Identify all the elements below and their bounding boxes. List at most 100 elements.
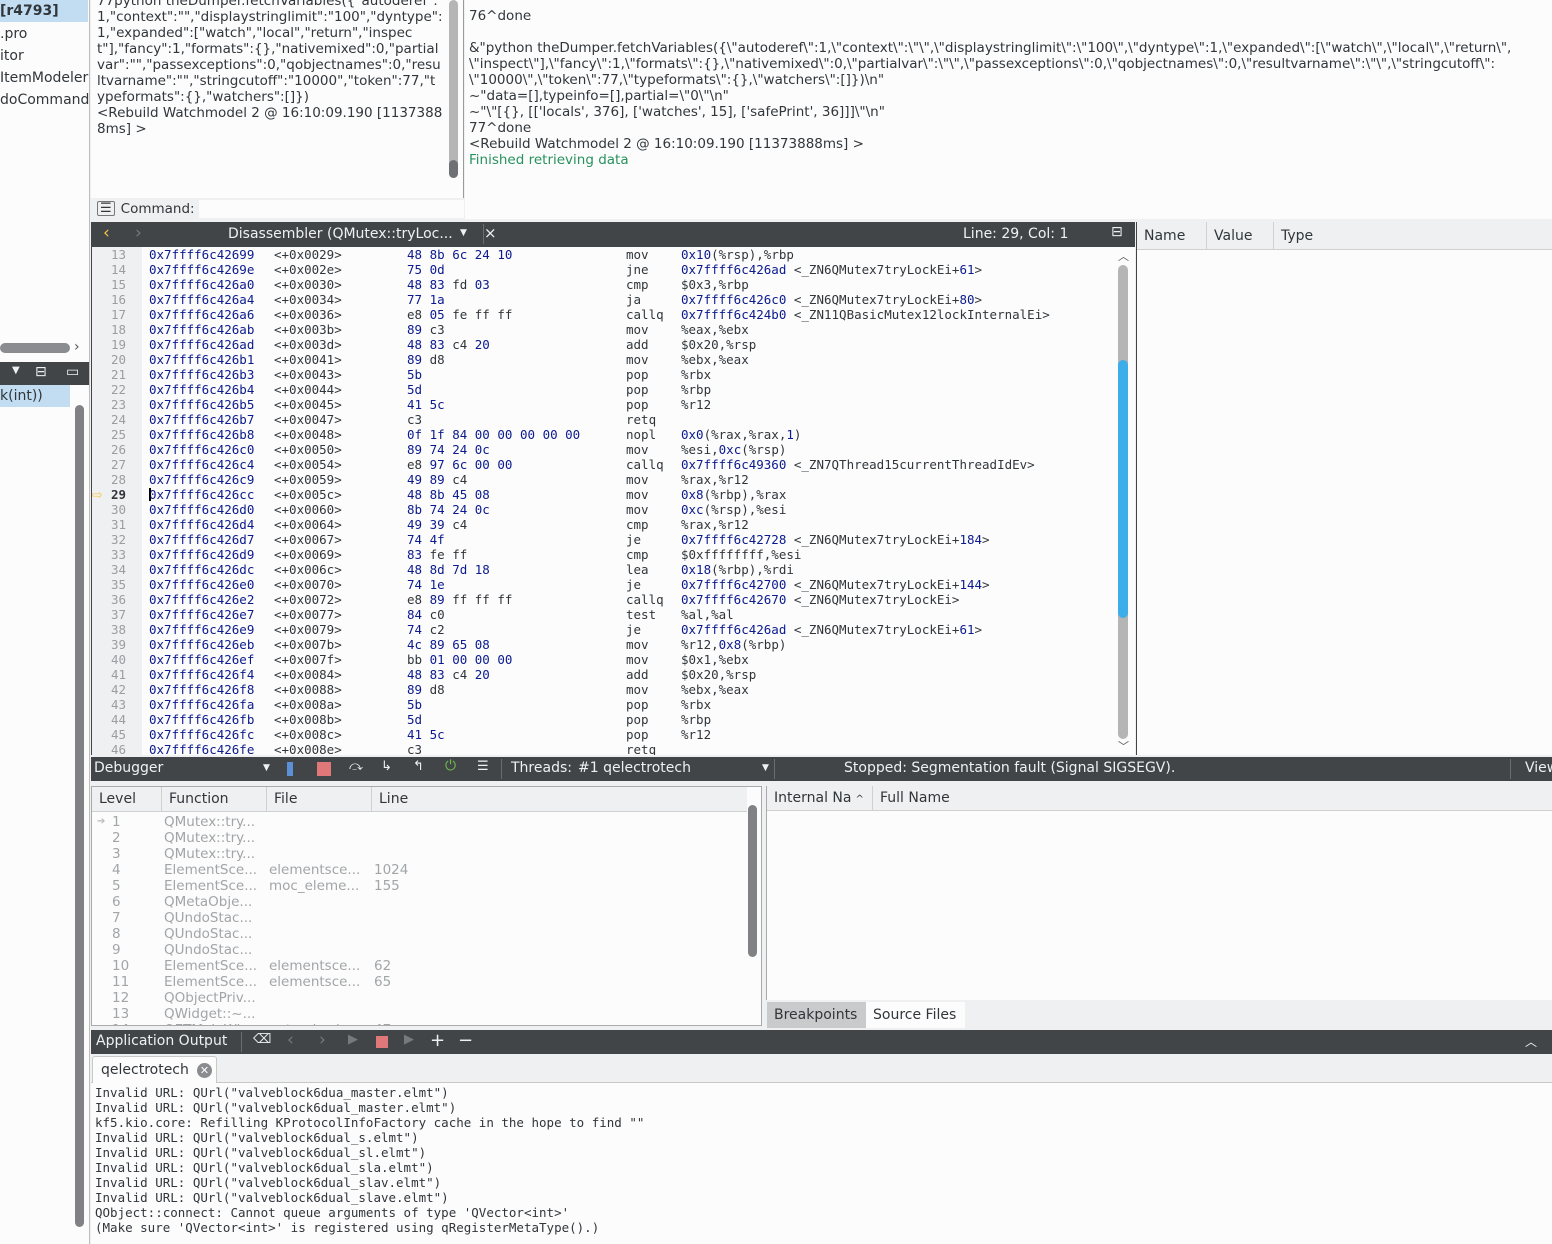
stack-frame-row[interactable]: 9 QUndoStac...: [92, 942, 747, 958]
disassembly-line[interactable]: 42 0x7ffff6c426f8 <+0x0088> 89 d8 mov %ebx,%e…: [92, 682, 1112, 697]
stack-frame-row[interactable]: 13 QWidget::~...: [92, 1006, 747, 1022]
disassembly-line[interactable]: 44 0x7ffff6c426fb <+0x008b> 5d pop %rbp: [92, 712, 1112, 727]
stop-debugger-icon[interactable]: [317, 762, 331, 776]
disassembly-line[interactable]: 19 0x7ffff6c426ad <+0x003d> 48 83 c4 20 add $…: [92, 337, 1112, 352]
views-button[interactable]: Views: [1525, 760, 1552, 776]
disassembly-line[interactable]: 45 0x7ffff6c426fc <+0x008c> 41 5c pop %r12: [92, 727, 1112, 742]
disassembly-line[interactable]: 36 0x7ffff6c426e2 <+0x0072> e8 89 ff ff ff c…: [92, 592, 1112, 607]
dropdown-arrow-icon[interactable]: ▼: [263, 763, 270, 773]
disassembly-line[interactable]: 34 0x7ffff6c426dc <+0x006c> 48 8d 7d 18 lea 0…: [92, 562, 1112, 577]
column-header-full-name[interactable]: Full Name: [873, 786, 1552, 811]
column-header-line[interactable]: Line: [372, 787, 747, 812]
disassembly-line[interactable]: 32 0x7ffff6c426d7 <+0x0067> 74 4f je 0x7ffff6…: [92, 532, 1112, 547]
disassembly-line[interactable]: 35 0x7ffff6c426e0 <+0x0070> 74 1e je 0x7ffff6…: [92, 577, 1112, 592]
disassembly-line[interactable]: 13 0x7ffff6c42699 <+0x0029> 48 8b 6c 24 10 m…: [92, 247, 1112, 262]
disassembly-line[interactable]: 46 0x7ffff6c426fe <+0x008e> c3 retq: [92, 742, 1112, 755]
chevron-right-icon[interactable]: ›: [74, 339, 80, 355]
dropdown-arrow-icon[interactable]: ▼: [12, 365, 20, 376]
disassembly-line[interactable]: 40 0x7ffff6c426ef <+0x007f> bb 01 00 00 00 m…: [92, 652, 1112, 667]
disassembly-line[interactable]: 17 0x7ffff6c426a6 <+0x0036> e8 05 fe ff ff c…: [92, 307, 1112, 322]
project-tree-item[interactable]: [r4793]: [0, 0, 88, 22]
disassembly-line[interactable]: 37 0x7ffff6c426e7 <+0x0077> 84 c0 test %al,%a…: [92, 607, 1112, 622]
stack-frame-row[interactable]: 6 QMetaObje...: [92, 894, 747, 910]
disassembly-line[interactable]: 38 0x7ffff6c426e9 <+0x0079> 74 c2 je 0x7ffff6…: [92, 622, 1112, 637]
zoom-in-icon[interactable]: +: [430, 1030, 445, 1051]
column-header-function[interactable]: Function: [162, 787, 267, 812]
disassembly-line[interactable]: 33 0x7ffff6c426d9 <+0x0069> 83 fe ff cmp $0xf…: [92, 547, 1112, 562]
disassembly-line[interactable]: 30 0x7ffff6c426d0 <+0x0060> 8b 74 24 0c mov 0…: [92, 502, 1112, 517]
project-tree-item[interactable]: itor: [0, 45, 24, 67]
split-icon[interactable]: ⊟: [1111, 224, 1123, 240]
previous-item-icon[interactable]: ‹: [287, 1030, 294, 1050]
disassembly-line[interactable]: 25 0x7ffff6c426b8 <+0x0048> 0f 1f 84 00 00 …: [92, 427, 1112, 442]
perspective-select[interactable]: Debugger: [94, 760, 163, 776]
disassembly-line[interactable]: 43 0x7ffff6c426fa <+0x008a> 5b pop %rbx: [92, 697, 1112, 712]
stack-frame-row[interactable]: 10 ElementSce... elementsce... 62: [92, 958, 747, 974]
rerun-icon[interactable]: ▶: [348, 1032, 358, 1047]
disassembly-line[interactable]: 39 0x7ffff6c426eb <+0x007b> 4c 89 65 08 mov%…: [92, 637, 1112, 652]
scrollbar-thumb[interactable]: [1118, 360, 1128, 618]
disassembly-line[interactable]: ⇨ 29 0x7ffff6c426cc <+0x005c> 48 8b 45 08 mov…: [92, 487, 1112, 502]
disassembler-editor[interactable]: 13 0x7ffff6c42699 <+0x0029> 48 8b 6c 24 10 m…: [91, 247, 1135, 755]
stack-frame-row[interactable]: 12 QObjectPriv...: [92, 990, 747, 1006]
maximize-panel-icon[interactable]: ︿: [1525, 1033, 1537, 1050]
column-header-file[interactable]: File: [267, 787, 372, 812]
split-icon[interactable]: ⊟: [35, 364, 47, 380]
close-split-icon[interactable]: ▭: [66, 364, 79, 380]
disassembly-line[interactable]: 23 0x7ffff6c426b5 <+0x0045> 41 5c pop %r12: [92, 397, 1112, 412]
disassembly-line[interactable]: 16 0x7ffff6c426a4 <+0x0034> 77 1a ja 0x7ffff6…: [92, 292, 1112, 307]
disassembly-line[interactable]: 20 0x7ffff6c426b1 <+0x0041> 89 d8 mov %ebx,%e…: [92, 352, 1112, 367]
clear-output-icon[interactable]: ⌫: [253, 1032, 271, 1047]
disassembly-line[interactable]: 27 0x7ffff6c426c4 <+0x0054> e8 97 6c 00 00 c…: [92, 457, 1112, 472]
disassembly-line[interactable]: 21 0x7ffff6c426b3 <+0x0043> 5b pop %rbx: [92, 367, 1112, 382]
dropdown-arrow-icon[interactable]: ▼: [762, 763, 769, 773]
scrollbar-thumb[interactable]: [449, 160, 458, 178]
stack-frame-row[interactable]: 7 QUndoStac...: [92, 910, 747, 926]
horizontal-scrollbar[interactable]: [0, 343, 70, 353]
vertical-scrollbar[interactable]: [449, 0, 458, 178]
step-out-icon[interactable]: ↰: [413, 759, 424, 774]
next-item-icon[interactable]: ›: [319, 1030, 326, 1050]
disassembly-line[interactable]: 18 0x7ffff6c426ab <+0x003b> 89 c3 mov %eax,%e…: [92, 322, 1112, 337]
attach-debugger-icon[interactable]: ▶: [404, 1032, 414, 1047]
disassembly-line[interactable]: 22 0x7ffff6c426b4 <+0x0044> 5d pop %rbp: [92, 382, 1112, 397]
tab-qelectrotech[interactable]: qelectrotech ✕: [92, 1056, 217, 1084]
stack-frame-row[interactable]: 3 QMutex::try...: [92, 846, 747, 862]
column-header-name[interactable]: Name: [1137, 222, 1207, 250]
zoom-out-icon[interactable]: −: [458, 1030, 473, 1051]
disassembly-line[interactable]: 26 0x7ffff6c426c0 <+0x0050> 89 74 24 0c mov%…: [92, 442, 1112, 457]
threads-select[interactable]: #1 qelectrotech: [578, 760, 691, 776]
project-tree-item[interactable]: .pro: [0, 23, 27, 45]
close-icon[interactable]: ×: [482, 224, 497, 242]
stack-frame-row[interactable]: 2 QMutex::try...: [92, 830, 747, 846]
scroll-up-icon[interactable]: ︿: [1118, 248, 1129, 264]
step-over-icon[interactable]: ⤼: [349, 759, 363, 774]
disassembly-line[interactable]: 28 0x7ffff6c426c9 <+0x0059> 49 89 c4 mov %rax…: [92, 472, 1112, 487]
forward-arrow-icon[interactable]: ›: [135, 223, 142, 243]
dropdown-arrow-icon[interactable]: ▼: [460, 228, 467, 238]
command-input[interactable]: [198, 199, 464, 218]
continue-icon[interactable]: [287, 762, 293, 776]
open-document-item[interactable]: k(int)): [0, 385, 70, 407]
scrollbar-thumb[interactable]: [748, 805, 757, 957]
restart-icon[interactable]: ⏻: [445, 758, 456, 774]
document-title[interactable]: Disassembler (QMutex::tryLoc...: [228, 226, 453, 242]
column-header-value[interactable]: Value: [1207, 222, 1274, 250]
project-tree-item[interactable]: doCommand: [0, 89, 89, 111]
stack-frame-row[interactable]: 11 ElementSce... elementsce... 65: [92, 974, 747, 990]
project-tree-item[interactable]: ItemModeler: [0, 67, 88, 89]
disassembly-line[interactable]: 15 0x7ffff6c426a0 <+0x0030> 48 83 fd 03 cmp $…: [92, 277, 1112, 292]
disassembly-line[interactable]: 14 0x7ffff6c4269e <+0x002e> 75 0d jne 0x7ffff…: [92, 262, 1112, 277]
scroll-down-icon[interactable]: ﹀: [1118, 738, 1129, 754]
operate-by-instruction-icon[interactable]: ☰: [477, 759, 489, 774]
stack-frame-row[interactable]: 14 QETMainWi... qetmainwin... 47: [92, 1022, 747, 1025]
column-header-internal-name[interactable]: Internal Na ^: [767, 786, 873, 811]
step-into-icon[interactable]: ↳: [381, 759, 392, 774]
stack-frame-row[interactable]: 4 ElementSce... elementsce... 1024: [92, 862, 747, 878]
tab-breakpoints[interactable]: Breakpoints: [767, 1002, 866, 1028]
stop-icon[interactable]: [376, 1036, 388, 1048]
vertical-scrollbar[interactable]: [75, 405, 84, 1227]
disassembly-line[interactable]: 41 0x7ffff6c426f4 <+0x0084> 48 83 c4 20 add $…: [92, 667, 1112, 682]
column-header-level[interactable]: Level: [92, 787, 162, 812]
stack-frame-row[interactable]: ➔ 1 QMutex::try...: [92, 814, 747, 830]
